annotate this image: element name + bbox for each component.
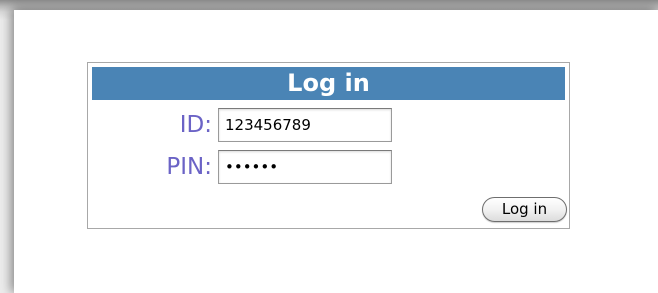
id-input[interactable] bbox=[218, 108, 392, 142]
pin-row: PIN: bbox=[88, 150, 569, 184]
browser-window: Log in ID: PIN: Log in bbox=[14, 10, 658, 293]
login-panel: Log in ID: PIN: Log in bbox=[87, 62, 570, 229]
login-button[interactable]: Log in bbox=[482, 197, 567, 222]
login-header: Log in bbox=[92, 67, 565, 100]
id-row: ID: bbox=[88, 108, 569, 142]
screen: Log in ID: PIN: Log in bbox=[0, 0, 658, 293]
pin-input[interactable] bbox=[218, 150, 392, 184]
pin-label: PIN: bbox=[166, 154, 212, 180]
id-label: ID: bbox=[179, 112, 212, 138]
